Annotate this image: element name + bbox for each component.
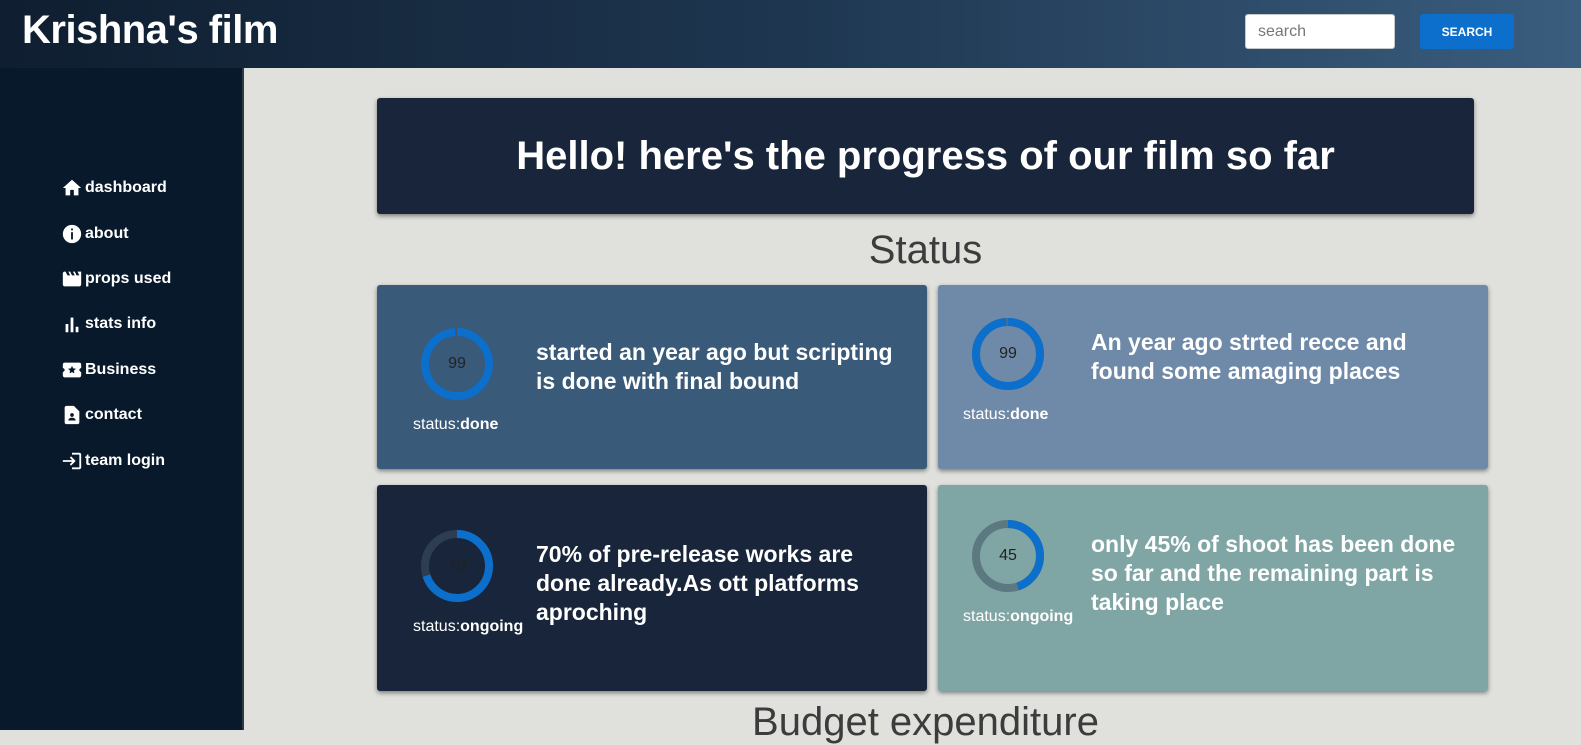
bar-chart-icon [61,313,83,335]
status-label: status:ongoing [963,608,1073,626]
sidebar-item-business[interactable]: Business [61,357,156,383]
brand-title[interactable]: Krishna's film [22,8,278,53]
sidebar-item-label: stats info [85,315,157,332]
progress-value: 99 [448,355,466,372]
sidebar-item-label: contact [85,406,142,423]
status-card: 99 status:done An year ago strted recce … [938,285,1488,469]
card-description: only 45% of shoot has been done so far a… [1091,531,1456,615]
status-value: ongoing [460,618,524,635]
status-value: ongoing [1010,608,1074,625]
progress-value: 99 [999,345,1017,362]
card-description: An year ago strted recce and found some … [1091,329,1407,384]
status-prefix: status: [963,608,1011,625]
sidebar-item-label: Business [85,361,157,378]
status-value: done [1010,406,1049,423]
sidebar-item-contact[interactable]: contact [61,402,142,428]
card-description: started an year ago but scripting is don… [536,339,893,394]
status-card: 99 status:done started an year ago but s… [377,285,927,469]
home-icon [61,177,83,199]
status-prefix: status: [413,618,461,635]
clapperboard-icon [61,268,83,290]
sidebar-item-label: props used [85,270,172,287]
sidebar-item-props-used[interactable]: props used [61,266,171,292]
budget-heading: Budget expenditure [752,700,1099,744]
sidebar-item-stats-info[interactable]: stats info [61,311,156,337]
status-label: status:done [963,406,1048,424]
progress-value: 45 [999,547,1017,564]
sidebar: dashboard about props used stats info Bu… [0,68,244,730]
status-heading: Status [868,228,983,272]
sidebar-item-team-login[interactable]: team login [61,448,165,474]
contact-card-icon [61,404,83,426]
status-label: status:done [413,416,498,434]
status-prefix: status: [963,406,1011,423]
sidebar-item-label: about [85,225,129,242]
progress-value: 70 [448,557,466,574]
info-icon [61,223,83,245]
banner-title: Hello! here's the progress of our film s… [516,133,1335,178]
card-description: 70% of pre-release works are done alread… [536,541,859,625]
top-navbar: Krishna's film SEARCH [0,0,1581,68]
login-icon [61,450,83,472]
search-button[interactable]: SEARCH [1420,14,1514,49]
ticket-star-icon [61,359,83,381]
sidebar-item-label: dashboard [85,179,167,196]
status-card: 70 status:ongoing 70% of pre-release wor… [377,485,927,691]
status-value: done [460,416,499,433]
status-prefix: status: [413,416,461,433]
sidebar-item-about[interactable]: about [61,221,129,247]
search-input[interactable] [1245,14,1395,49]
hello-banner: Hello! here's the progress of our film s… [377,98,1474,214]
status-card: 45 status:ongoing only 45% of shoot has … [938,485,1488,691]
status-label: status:ongoing [413,618,523,636]
sidebar-item-label: team login [85,452,166,469]
sidebar-item-dashboard[interactable]: dashboard [61,175,167,201]
